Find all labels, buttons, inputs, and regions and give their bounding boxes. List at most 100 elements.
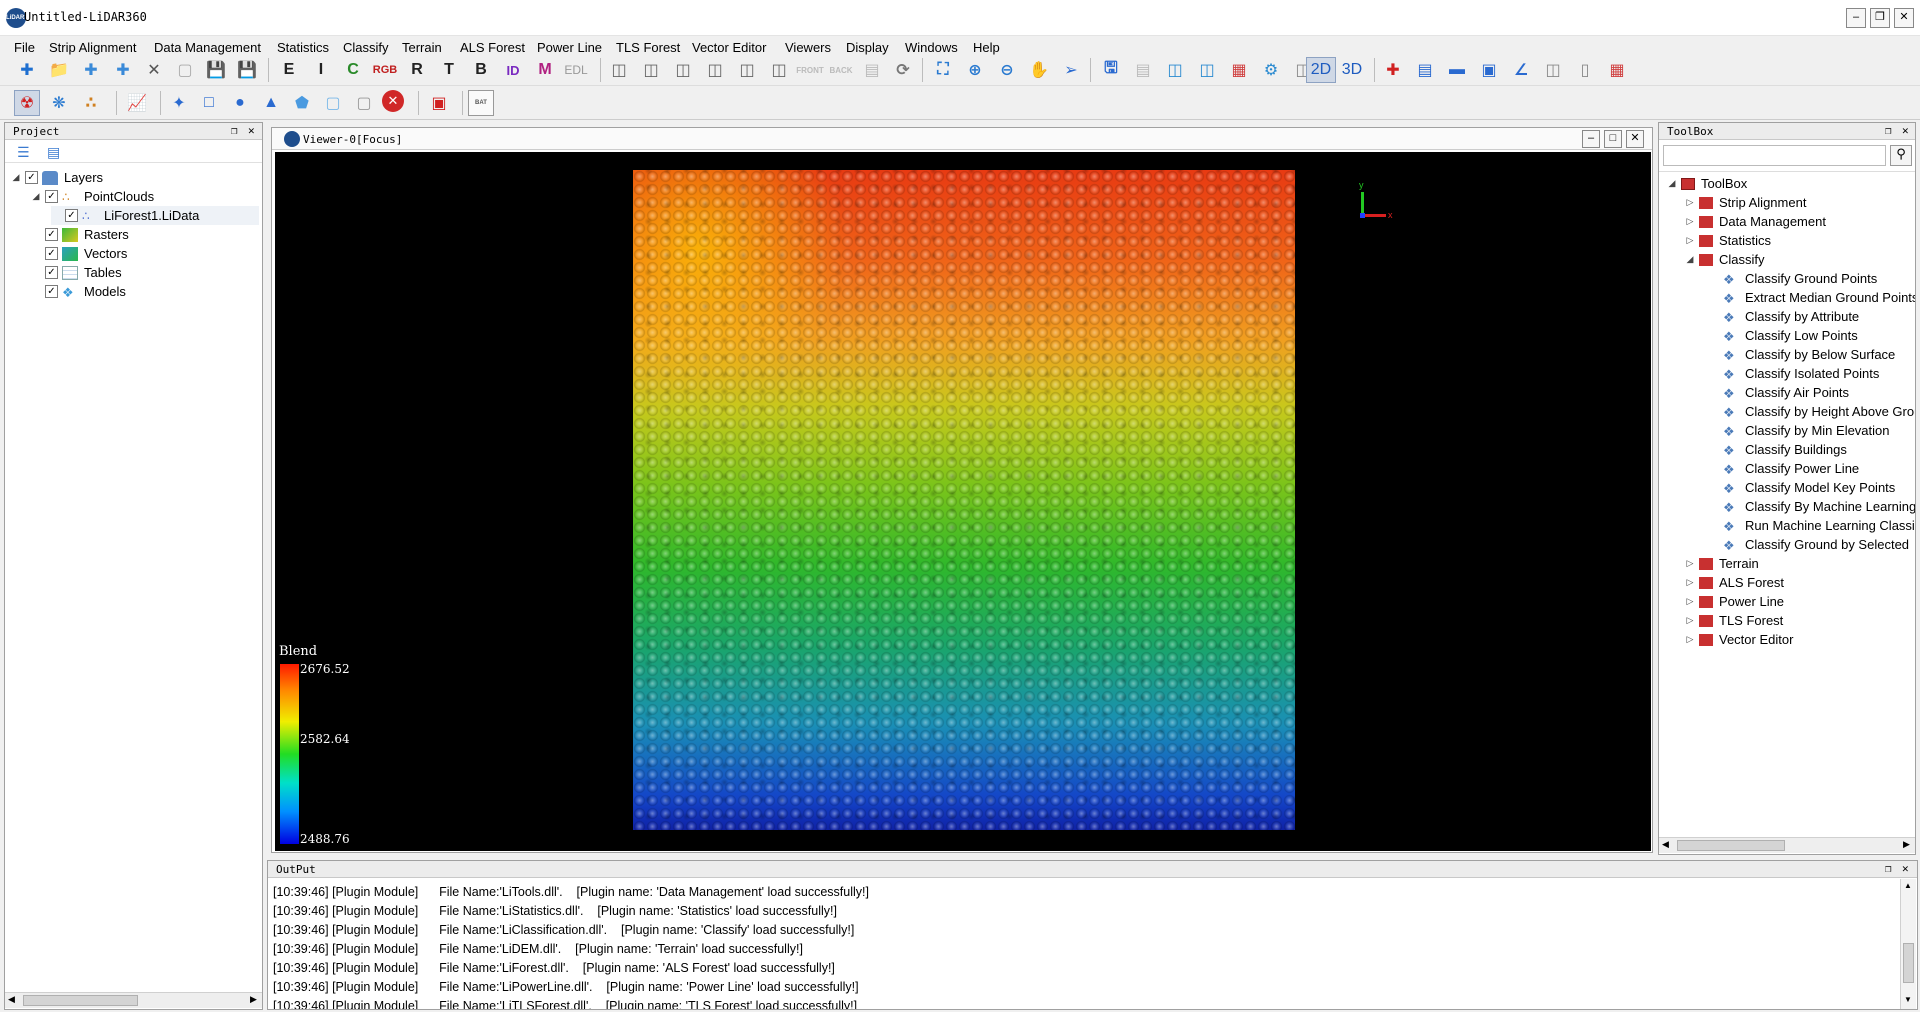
remove-icon[interactable]: ✕ <box>141 57 167 83</box>
view-front-icon[interactable]: ◫ <box>734 57 760 83</box>
color-by-mix-icon[interactable]: M <box>532 57 558 83</box>
expand-arrow-icon[interactable]: ▷ <box>1685 216 1695 227</box>
horizontal-scrollbar[interactable]: ◀ ▶ <box>5 992 262 1008</box>
list-view-icon[interactable]: ▤ <box>47 144 60 161</box>
layer-checkbox[interactable]: ✓ <box>45 247 58 260</box>
chart-icon[interactable]: 📈 <box>124 90 150 116</box>
tool-item[interactable]: ❖ Classify Buildings <box>1723 440 1847 459</box>
angle-icon[interactable]: ∠ <box>1508 57 1534 83</box>
tool-item[interactable]: ❖ Classify Model Key Points <box>1723 478 1895 497</box>
point-cloud-render[interactable] <box>633 170 1295 830</box>
menu-display[interactable]: Display <box>846 40 889 55</box>
profile-icon[interactable]: ▬ <box>1444 57 1470 83</box>
tool-item[interactable]: ❖ Classify by Below Surface <box>1723 345 1895 364</box>
tree-node-rasters[interactable]: ✓ Rasters <box>31 225 129 244</box>
mode-3d-button[interactable]: 3D <box>1337 57 1367 83</box>
search-icon[interactable]: ⚲ <box>1890 145 1912 166</box>
settings-icon[interactable]: ⚙ <box>1258 57 1284 83</box>
toolbox-category-tls-forest[interactable]: ▷ TLS Forest <box>1685 611 1784 630</box>
view-bottom-icon[interactable]: ◫ <box>638 57 664 83</box>
menu-viewers[interactable]: Viewers <box>785 40 831 55</box>
viewer-minimize-button[interactable]: – <box>1582 130 1600 148</box>
zoom-in-icon[interactable]: ⊕ <box>962 57 988 83</box>
menu-help[interactable]: Help <box>973 40 1000 55</box>
pick-point-icon[interactable]: ➢ <box>1058 57 1084 83</box>
save-as-icon[interactable]: 💾 <box>234 57 260 83</box>
color-by-return-icon[interactable]: R <box>404 57 430 83</box>
close-panel-icon[interactable]: ✕ <box>1902 124 1909 137</box>
zoom-out-icon[interactable]: ⊖ <box>994 57 1020 83</box>
color-by-blend-icon[interactable]: B <box>468 57 494 83</box>
scroll-left-icon[interactable]: ◀ <box>1662 839 1669 850</box>
cancel-selection-icon[interactable]: ✕ <box>382 90 404 112</box>
viewer-close-button[interactable]: ✕ <box>1626 130 1644 148</box>
radiation-selection-icon[interactable]: ☢ <box>14 90 40 116</box>
expand-arrow-icon[interactable]: ▷ <box>1685 577 1695 588</box>
measure-icon[interactable]: ▤ <box>1412 57 1438 83</box>
scroll-left-icon[interactable]: ◀ <box>8 994 15 1005</box>
toolbox-category-power-line[interactable]: ▷ Power Line <box>1685 592 1785 611</box>
edl-toggle[interactable]: EDL <box>560 57 592 83</box>
tree-node-tables[interactable]: ✓ Tables <box>31 263 122 282</box>
layer-checkbox[interactable]: ✓ <box>45 266 58 279</box>
tool-item[interactable]: ❖ Classify Ground Points <box>1723 269 1877 288</box>
scroll-down-icon[interactable]: ▼ <box>1904 995 1912 1004</box>
tool-item[interactable]: ❖ Classify Air Points <box>1723 383 1849 402</box>
dotted-frame-icon[interactable]: ▦ <box>1604 57 1630 83</box>
minimize-button[interactable]: – <box>1846 8 1866 28</box>
pan-hand-icon[interactable]: ✋ <box>1026 57 1052 83</box>
menu-classify[interactable]: Classify <box>343 40 389 55</box>
sector-select-icon[interactable]: ▲ <box>258 90 284 116</box>
scroll-thumb[interactable] <box>23 995 138 1006</box>
tool-item[interactable]: ❖ Classify by Height Above Ground <box>1723 402 1915 421</box>
menu-windows[interactable]: Windows <box>905 40 958 55</box>
layer-checkbox[interactable]: ✓ <box>25 171 38 184</box>
menu-statistics[interactable]: Statistics <box>277 40 329 55</box>
frame-icon[interactable]: ▣ <box>1476 57 1502 83</box>
tree-node-models[interactable]: ✓ ❖ Models <box>31 282 126 301</box>
front-view-icon[interactable]: FRONT <box>796 57 824 83</box>
float-panel-icon[interactable]: ❐ <box>1885 862 1892 875</box>
tree-node-vectors[interactable]: ✓ Vectors <box>31 244 127 263</box>
open-folder-icon[interactable]: 📁 <box>46 57 72 83</box>
color-by-id-icon[interactable]: ID <box>500 57 526 83</box>
tool-item[interactable]: ❖ Classify Isolated Points <box>1723 364 1879 383</box>
save-selection-icon[interactable]: ▢ <box>351 90 377 116</box>
tree-node-layers[interactable]: ◢ ✓ Layers <box>11 168 104 187</box>
toolbox-category-statistics[interactable]: ▷ Statistics <box>1685 231 1771 250</box>
layer-checkbox[interactable]: ✓ <box>45 285 58 298</box>
crosshair-icon[interactable]: ✚ <box>1380 57 1406 83</box>
close-button[interactable]: ✕ <box>1894 8 1914 28</box>
menu-vector-editor[interactable]: Vector Editor <box>692 40 766 55</box>
tool-item[interactable]: ❖ Classify by Min Elevation <box>1723 421 1890 440</box>
toolbox-category-terrain[interactable]: ▷ Terrain <box>1685 554 1759 573</box>
tool-item[interactable]: ❖ Run Machine Learning Classification <box>1723 516 1915 535</box>
viewer-maximize-button[interactable]: □ <box>1604 130 1622 148</box>
split-view-icon[interactable]: ◫ <box>1194 57 1220 83</box>
tool-item[interactable]: ❖ Extract Median Ground Points <box>1723 288 1915 307</box>
menu-data-management[interactable]: Data Management <box>154 40 261 55</box>
expand-arrow-icon[interactable]: ▷ <box>1685 197 1695 208</box>
view-top-icon[interactable]: ◫ <box>606 57 632 83</box>
color-by-rgb-icon[interactable]: RGB <box>372 57 398 83</box>
view-left-icon[interactable]: ◫ <box>670 57 696 83</box>
mode-2d-button[interactable]: 2D <box>1306 57 1336 83</box>
scroll-right-icon[interactable]: ▶ <box>1903 839 1910 850</box>
tree-node-pointclouds[interactable]: ◢ ✓ ∴ PointClouds <box>31 187 155 206</box>
layer-checkbox[interactable]: ✓ <box>45 228 58 241</box>
collapse-arrow-icon[interactable]: ◢ <box>1667 178 1677 189</box>
expand-arrow-icon[interactable]: ▷ <box>1685 634 1695 645</box>
toolbox-category-vector-editor[interactable]: ▷ Vector Editor <box>1685 630 1794 649</box>
toolbox-category-data-management[interactable]: ▷ Data Management <box>1685 212 1826 231</box>
screen-icon[interactable]: ◫ <box>1162 57 1188 83</box>
vertical-scrollbar[interactable]: ▲ ▼ <box>1900 879 1916 1009</box>
menu-terrain[interactable]: Terrain <box>402 40 442 55</box>
save-icon[interactable]: 💾 <box>203 57 229 83</box>
menu-strip-alignment[interactable]: Strip Alignment <box>49 40 136 55</box>
polygon-select-icon[interactable]: ✦ <box>166 90 192 116</box>
scroll-thumb[interactable] <box>1677 840 1785 851</box>
scroll-right-icon[interactable]: ▶ <box>250 994 257 1005</box>
add-layer-icon[interactable]: ✚ <box>78 57 104 83</box>
add-multiple-icon[interactable]: ✚ <box>110 57 136 83</box>
color-by-classification-icon[interactable]: C <box>340 57 366 83</box>
